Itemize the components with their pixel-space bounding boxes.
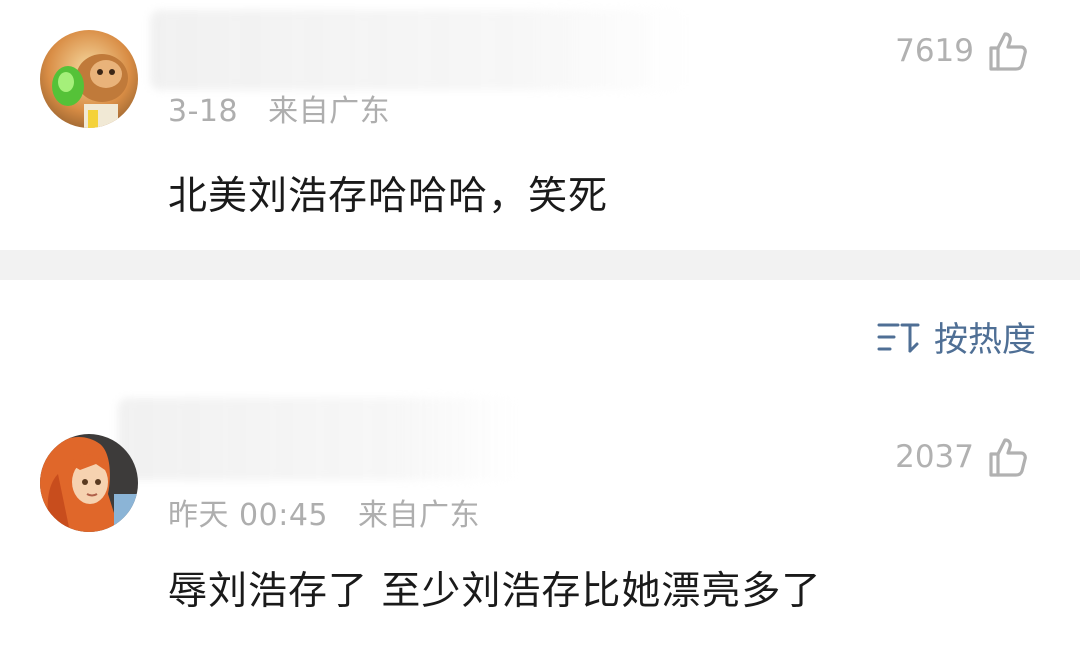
sort-by-hot-button[interactable]: 按热度 <box>876 312 1036 361</box>
avatar[interactable] <box>40 30 138 128</box>
section-divider <box>0 250 1080 280</box>
thumbs-up-icon <box>988 30 1028 72</box>
avatar[interactable] <box>40 434 138 532</box>
like-button[interactable]: 7619 <box>895 30 1028 72</box>
comment-location: 来自广东 <box>268 94 391 129</box>
comment-date: 昨天 00:45 <box>168 498 328 533</box>
comment-meta: 3-18 来自广东 <box>168 86 390 130</box>
sort-label: 按热度 <box>934 320 1036 360</box>
like-count: 7619 <box>895 33 974 69</box>
comment-text: 北美刘浩存哈哈哈，笑死 <box>168 174 609 219</box>
comment-date: 3-18 <box>168 94 239 129</box>
sort-icon <box>876 320 920 354</box>
comment-text: 辱刘浩存了 至少刘浩存比她漂亮多了 <box>168 569 822 614</box>
comment-item: 3-18 来自广东 7619 北美刘浩存哈哈哈，笑死 <box>0 0 1080 250</box>
thumbs-up-icon <box>988 436 1028 478</box>
blurred-username <box>150 10 690 90</box>
blurred-username <box>118 398 518 480</box>
comment-location: 来自广东 <box>358 498 480 533</box>
comment-item: 昨天 00:45 来自广东 2037 辱刘浩存了 至少刘浩存比她漂亮多了 <box>0 390 1080 668</box>
like-count: 2037 <box>895 439 974 475</box>
like-button[interactable]: 2037 <box>895 436 1028 478</box>
comment-meta: 昨天 00:45 来自广东 <box>168 490 480 534</box>
